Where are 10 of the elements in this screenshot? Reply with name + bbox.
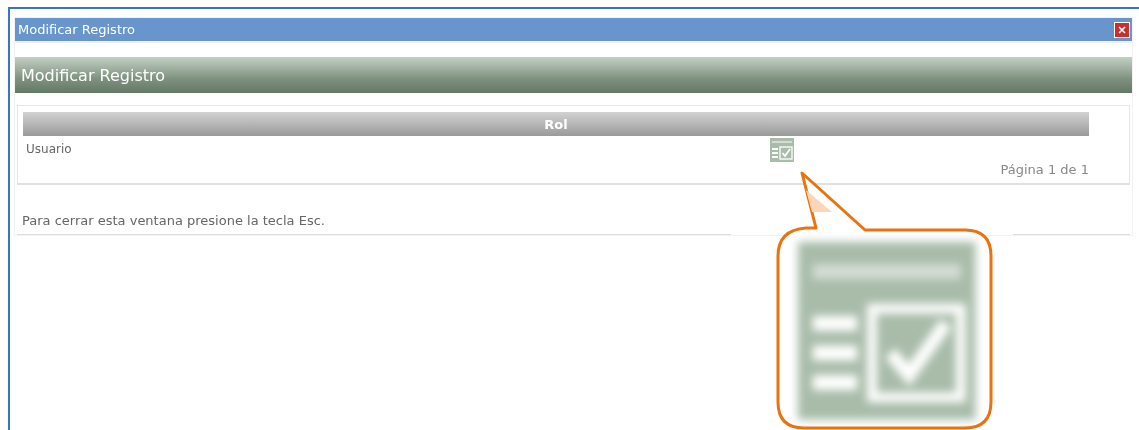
footer-note: Para cerrar esta ventana presione la tecla Esc.: [22, 213, 325, 228]
table-cell-text: Usuario: [25, 141, 73, 158]
window-title: Modificar Registro: [18, 22, 135, 37]
close-button[interactable]: [1114, 21, 1130, 38]
table-check-icon: [798, 242, 976, 420]
pagination-label: Página 1 de 1: [1000, 162, 1089, 177]
close-icon: [1118, 25, 1126, 34]
column-header: Rol: [23, 112, 1089, 136]
table-check-icon[interactable]: [770, 138, 794, 162]
panel-title: Modificar Registro: [21, 65, 165, 85]
